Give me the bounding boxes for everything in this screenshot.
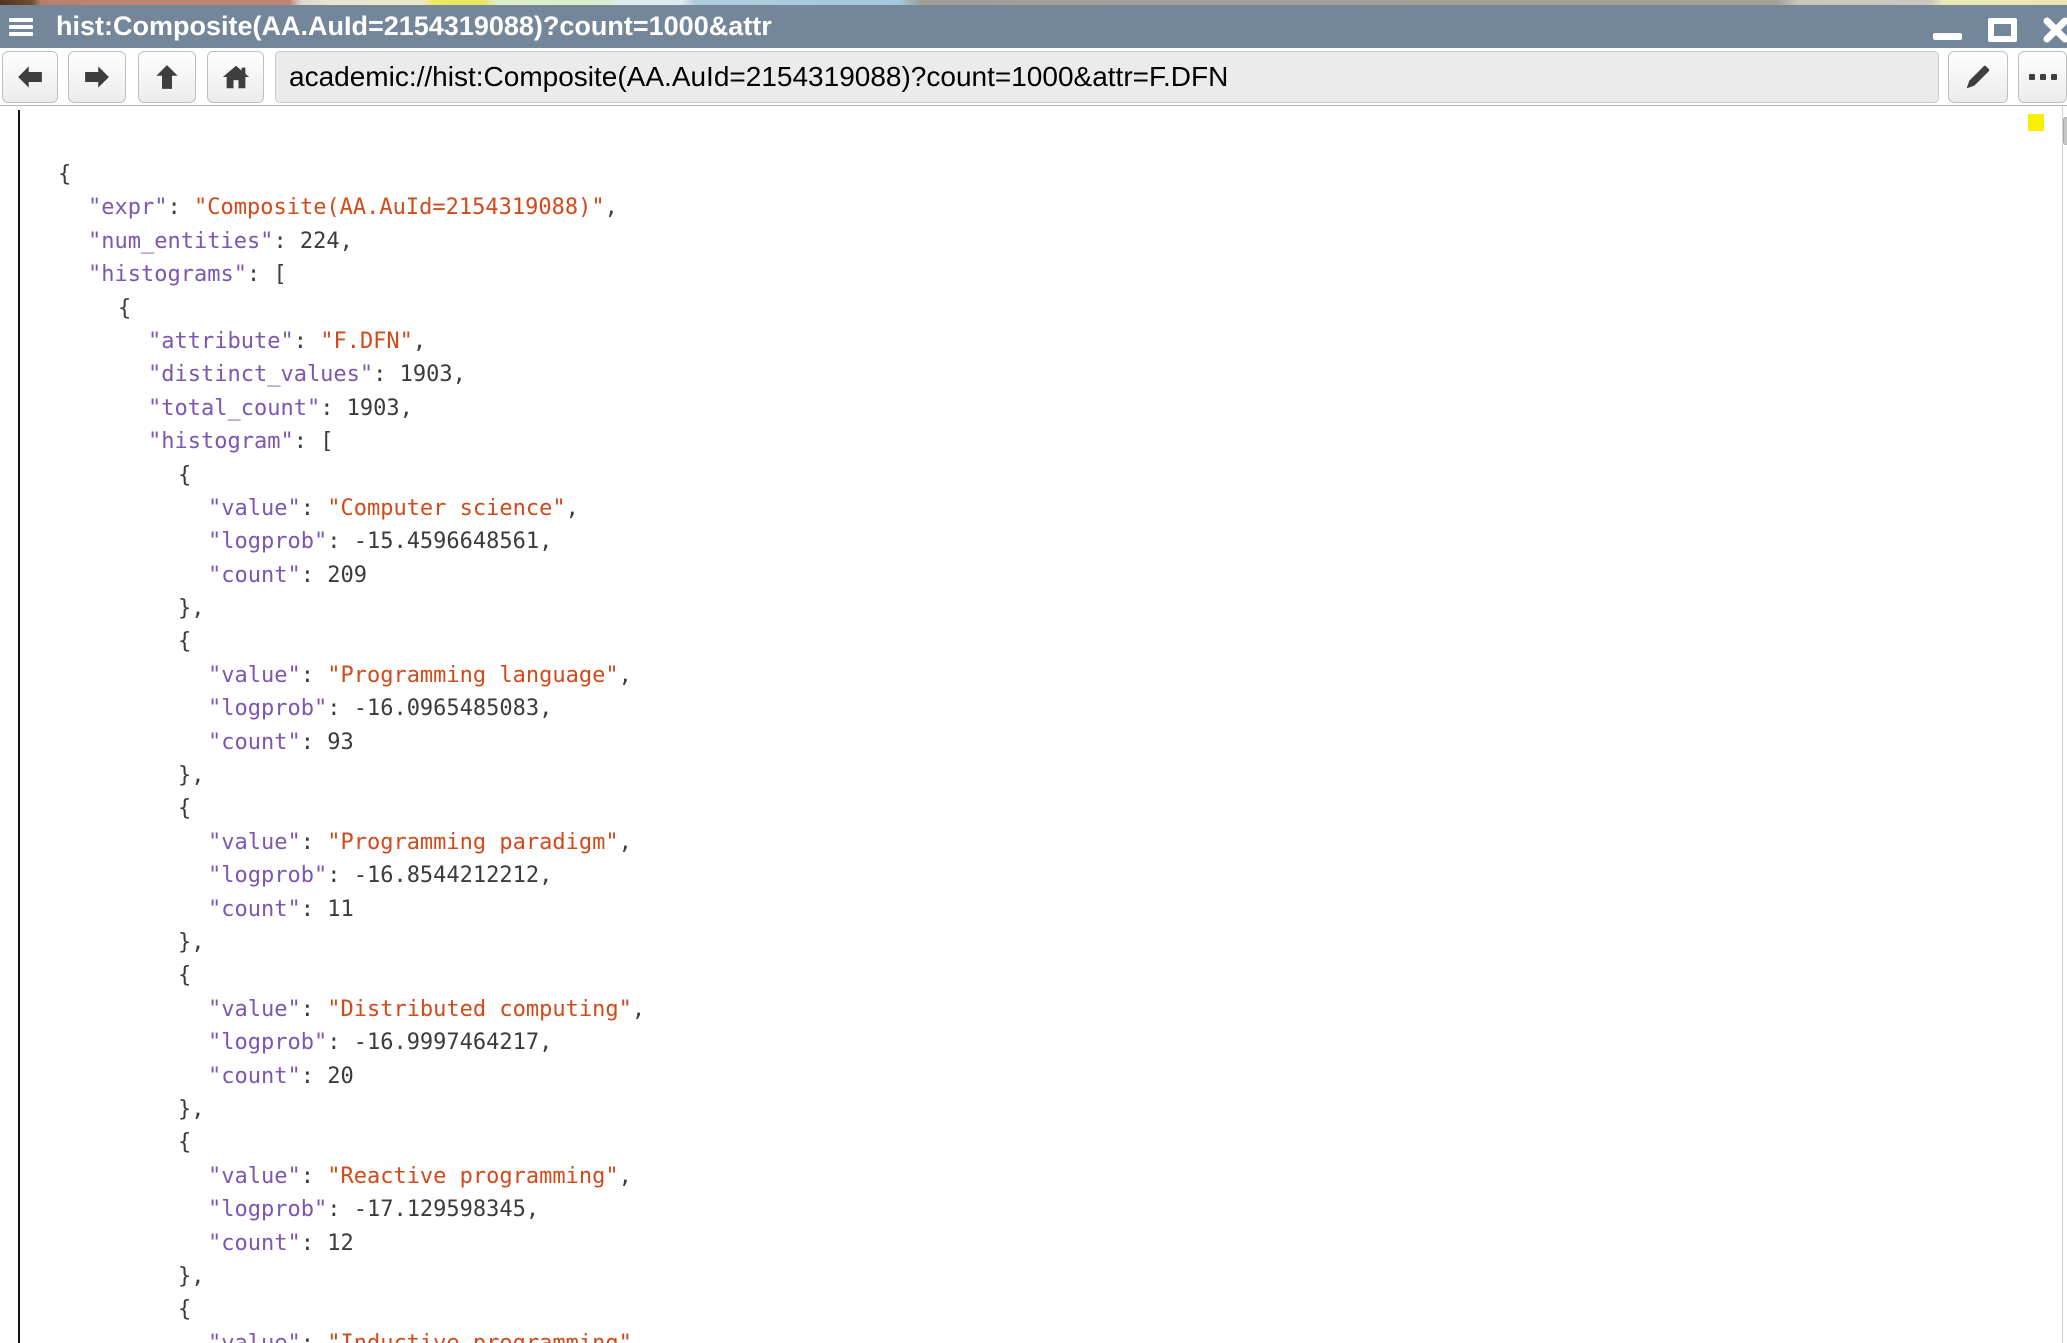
code-line: }, <box>58 1093 645 1126</box>
scrollbar-thumb[interactable] <box>2063 117 2067 145</box>
up-arrow-icon <box>152 61 182 93</box>
code-line: "count": 12 <box>58 1227 645 1260</box>
code-line: { <box>58 959 645 992</box>
up-button[interactable] <box>138 51 196 103</box>
code-line: { <box>58 459 645 492</box>
more-button[interactable] <box>2018 51 2067 103</box>
vertical-scrollbar[interactable] <box>2062 106 2067 1343</box>
code-line: "logprob": -15.4596648561, <box>58 525 645 558</box>
code-line: "expr": "Composite(AA.AuId=2154319088)", <box>58 191 645 224</box>
code-line: }, <box>58 759 645 792</box>
code-line: "count": 209 <box>58 559 645 592</box>
code-line: "count": 93 <box>58 726 645 759</box>
address-input[interactable] <box>275 51 1939 103</box>
edit-button[interactable] <box>1948 51 2008 103</box>
code-line: "count": 11 <box>58 893 645 926</box>
code-line: }, <box>58 926 645 959</box>
code-line: { <box>58 292 645 325</box>
forward-button[interactable] <box>68 51 126 103</box>
close-icon <box>2043 17 2067 43</box>
highlight-marker <box>2028 114 2044 131</box>
hamburger-bar <box>9 18 33 22</box>
maximize-button[interactable] <box>1988 18 2017 42</box>
code-line: "logprob": -16.8544212212, <box>58 859 645 892</box>
code-line: "value": "Programming language", <box>58 659 645 692</box>
code-line: }, <box>58 1260 645 1293</box>
code-line: { <box>58 158 645 191</box>
pencil-icon <box>1963 62 1993 92</box>
code-line: { <box>58 1126 645 1159</box>
ellipsis-icon <box>2029 74 2057 80</box>
code-line: "value": "Programming paradigm", <box>58 826 645 859</box>
code-line: "value": "Inductive programming", <box>58 1327 645 1343</box>
code-line: "count": 20 <box>58 1060 645 1093</box>
minimize-button[interactable] <box>1933 33 1962 40</box>
home-icon <box>220 62 252 92</box>
hamburger-menu-icon[interactable] <box>9 18 33 36</box>
code-line: "histogram": [ <box>58 425 645 458</box>
code-line: { <box>58 792 645 825</box>
code-line: "value": "Reactive programming", <box>58 1160 645 1193</box>
code-line: "logprob": -16.9997464217, <box>58 1026 645 1059</box>
json-code: {"expr": "Composite(AA.AuId=2154319088)"… <box>58 158 645 1343</box>
code-line: "attribute": "F.DFN", <box>58 325 645 358</box>
titlebar: hist:Composite(AA.AuId=2154319088)?count… <box>0 5 2067 48</box>
code-line: { <box>58 1293 645 1326</box>
window-title: hist:Composite(AA.AuId=2154319088)?count… <box>56 5 772 48</box>
hamburger-bar <box>9 25 33 29</box>
code-line: "distinct_values": 1903, <box>58 358 645 391</box>
frame-border-line <box>18 110 20 1343</box>
code-line: "logprob": -17.129598345, <box>58 1193 645 1226</box>
content-area: {"expr": "Composite(AA.AuId=2154319088)"… <box>0 106 2067 1343</box>
code-line: { <box>58 625 645 658</box>
back-arrow-icon <box>13 62 47 92</box>
code-line: "value": "Distributed computing", <box>58 993 645 1026</box>
back-button[interactable] <box>2 51 58 103</box>
screen: { "window": { "title": "hist:Composite(A… <box>0 0 2067 1343</box>
code-line: "logprob": -16.0965485083, <box>58 692 645 725</box>
close-button[interactable] <box>2043 17 2067 43</box>
home-button[interactable] <box>207 51 264 103</box>
code-line: }, <box>58 592 645 625</box>
forward-arrow-icon <box>80 62 114 92</box>
code-line: "value": "Computer science", <box>58 492 645 525</box>
toolbar <box>0 48 2067 106</box>
code-line: "total_count": 1903, <box>58 392 645 425</box>
hamburger-bar <box>9 32 33 36</box>
code-line: "histograms": [ <box>58 258 645 291</box>
code-line: "num_entities": 224, <box>58 225 645 258</box>
